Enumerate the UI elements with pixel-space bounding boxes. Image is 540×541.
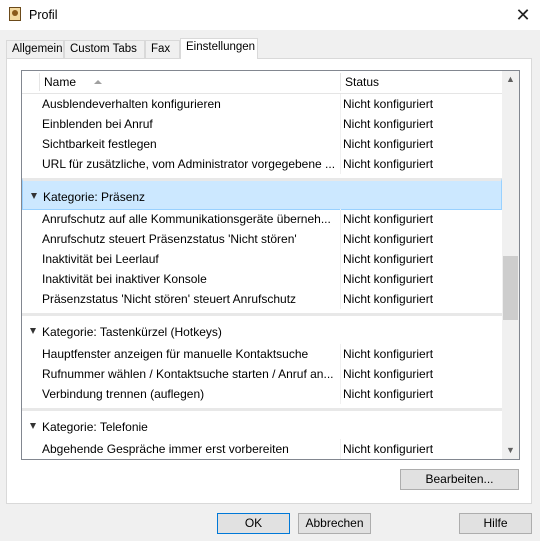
settings-list[interactable]: Name Status Ausblendeverhalten konfiguri… — [21, 70, 520, 460]
category-label: Kategorie: Präsenz — [43, 190, 146, 204]
category-label: Kategorie: Tastenkürzel (Hotkeys) — [42, 325, 222, 339]
column-divider — [340, 249, 341, 269]
setting-name: Inaktivität bei inaktiver Konsole — [42, 272, 207, 286]
header-divider — [39, 73, 40, 91]
help-button[interactable]: Hilfe — [459, 513, 532, 534]
column-divider — [340, 384, 341, 404]
scroll-up-icon[interactable]: ▲ — [502, 71, 519, 88]
setting-name: Inaktivität bei Leerlauf — [42, 252, 159, 266]
list-item[interactable]: Sichtbarkeit festlegen Nicht konfigurier… — [22, 134, 502, 154]
setting-status: Nicht konfiguriert — [343, 117, 434, 131]
list-item[interactable]: Inaktivität bei Leerlauf Nicht konfiguri… — [22, 249, 502, 269]
category-label: Kategorie: Telefonie — [42, 420, 148, 434]
setting-name: Abgehende Gespräche immer erst vorbereit… — [42, 442, 289, 456]
close-icon[interactable]: ✕ — [510, 3, 536, 27]
setting-status: Nicht konfiguriert — [343, 442, 434, 456]
category-row-tastenkuerzel[interactable]: Kategorie: Tastenkürzel (Hotkeys) — [22, 313, 502, 345]
setting-status: Nicht konfiguriert — [343, 157, 434, 171]
setting-status: Nicht konfiguriert — [343, 292, 434, 306]
category-row-telefonie[interactable]: Kategorie: Telefonie — [22, 408, 502, 440]
column-divider — [340, 344, 341, 364]
list-item[interactable]: Inaktivität bei inaktiver Konsole Nicht … — [22, 269, 502, 289]
cancel-button[interactable]: Abbrechen — [298, 513, 371, 534]
list-item[interactable]: Rufnummer wählen / Kontaktsuche starten … — [22, 364, 502, 384]
title-bar: Profil ✕ — [0, 0, 540, 30]
column-divider — [340, 209, 341, 229]
tab-custom-tabs[interactable]: Custom Tabs — [64, 40, 145, 58]
window-title: Profil — [29, 8, 58, 22]
setting-status: Nicht konfiguriert — [343, 137, 434, 151]
column-divider — [340, 289, 341, 309]
column-divider — [340, 229, 341, 249]
column-header-status[interactable]: Status — [345, 75, 379, 89]
column-divider — [340, 134, 341, 154]
setting-status: Nicht konfiguriert — [343, 347, 434, 361]
setting-name: Anrufschutz steuert Präsenzstatus 'Nicht… — [42, 232, 297, 246]
setting-name: URL für zusätzliche, vom Administrator v… — [42, 157, 336, 171]
setting-name: Ausblendeverhalten konfigurieren — [42, 97, 221, 111]
setting-status: Nicht konfiguriert — [343, 272, 434, 286]
setting-name: Rufnummer wählen / Kontaktsuche starten … — [42, 367, 334, 381]
list-header: Name Status — [22, 71, 502, 94]
list-item[interactable]: URL für zusätzliche, vom Administrator v… — [22, 154, 502, 174]
collapse-triangle-icon[interactable] — [30, 423, 36, 429]
list-item[interactable]: Präsenzstatus 'Nicht stören' steuert Anr… — [22, 289, 502, 309]
category-row-praesenz[interactable]: Kategorie: Präsenz — [22, 178, 502, 210]
list-item[interactable]: Anrufschutz auf alle Kommunikationsgerät… — [22, 209, 502, 229]
setting-status: Nicht konfiguriert — [343, 232, 434, 246]
collapse-triangle-icon[interactable] — [31, 193, 37, 199]
header-divider[interactable] — [340, 73, 341, 91]
setting-status: Nicht konfiguriert — [343, 387, 434, 401]
tab-fax[interactable]: Fax — [145, 40, 180, 58]
setting-name: Einblenden bei Anruf — [42, 117, 153, 131]
vertical-scrollbar[interactable]: ▲ ▼ — [502, 71, 519, 459]
setting-status: Nicht konfiguriert — [343, 97, 434, 111]
scrollbar-thumb[interactable] — [503, 256, 518, 320]
tab-allgemein[interactable]: Allgemein — [6, 40, 64, 58]
setting-status: Nicht konfiguriert — [343, 212, 434, 226]
setting-name: Präsenzstatus 'Nicht stören' steuert Anr… — [42, 292, 297, 306]
sort-ascending-icon — [94, 80, 102, 84]
tab-einstellungen[interactable]: Einstellungen — [180, 38, 258, 59]
list-item[interactable]: Einblenden bei Anruf Nicht konfiguriert — [22, 114, 502, 134]
list-item[interactable]: Abgehende Gespräche immer erst vorbereit… — [22, 439, 502, 459]
setting-name: Sichtbarkeit festlegen — [42, 137, 157, 151]
column-header-name[interactable]: Name — [44, 75, 76, 89]
setting-name: Verbindung trennen (auflegen) — [42, 387, 205, 401]
list-item[interactable]: Verbindung trennen (auflegen) Nicht konf… — [22, 384, 502, 404]
column-divider — [340, 94, 341, 114]
setting-name: Anrufschutz auf alle Kommunikationsgerät… — [42, 212, 331, 226]
app-profile-icon — [9, 7, 21, 21]
list-item[interactable]: Anrufschutz steuert Präsenzstatus 'Nicht… — [22, 229, 502, 249]
list-item[interactable]: Hauptfenster anzeigen für manuelle Konta… — [22, 344, 502, 364]
column-divider — [340, 154, 341, 174]
edit-button[interactable]: Bearbeiten... — [400, 469, 519, 490]
column-divider — [340, 439, 341, 459]
scroll-down-icon[interactable]: ▼ — [502, 442, 519, 459]
column-divider — [340, 269, 341, 289]
collapse-triangle-icon[interactable] — [30, 328, 36, 334]
column-divider — [340, 364, 341, 384]
setting-name: Hauptfenster anzeigen für manuelle Konta… — [42, 347, 309, 361]
setting-status: Nicht konfiguriert — [343, 252, 434, 266]
ok-button[interactable]: OK — [217, 513, 290, 534]
setting-status: Nicht konfiguriert — [343, 367, 434, 381]
list-item[interactable]: Ausblendeverhalten konfigurieren Nicht k… — [22, 94, 502, 114]
column-divider — [340, 114, 341, 134]
